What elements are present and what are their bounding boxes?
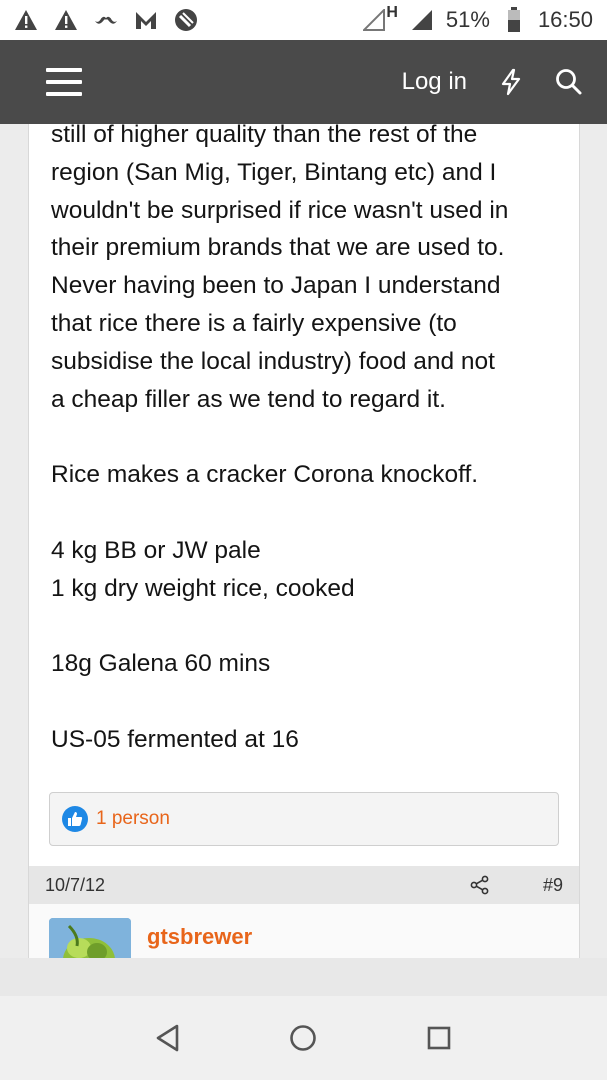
mustache-icon [94, 8, 118, 32]
username-link[interactable]: gtsbrewer [147, 924, 252, 950]
post-date[interactable]: 10/7/12 [45, 875, 105, 896]
post-line: that rice there is a fairly expensive (t… [51, 309, 457, 337]
system-status: H 51% 16:50 [362, 4, 593, 33]
back-icon[interactable] [148, 1018, 188, 1058]
next-post: gtsbrewer [29, 904, 579, 958]
warning-icon [54, 8, 78, 32]
avatar[interactable] [49, 918, 131, 958]
share-icon[interactable] [469, 874, 491, 896]
lightning-icon[interactable] [497, 68, 525, 96]
status-bar: H 51% 16:50 [0, 0, 607, 40]
post-number-link[interactable]: #9 [543, 875, 563, 896]
network-type: H [386, 4, 398, 21]
signal-empty-icon [362, 8, 386, 32]
hops-line: 18g Galena 60 mins [51, 650, 271, 678]
signal-icon [410, 8, 434, 32]
post-line: a cheap filler as we tend to regard it. [51, 385, 446, 413]
notification-icons [14, 8, 198, 32]
post-line: still of higher quality than the rest of… [51, 124, 478, 148]
thumbs-up-icon [62, 806, 88, 832]
app-header: Log in [0, 40, 607, 124]
post-line: subsidise the local industry) food and n… [51, 347, 495, 375]
reaction-count-link[interactable]: 1 person [96, 808, 170, 830]
battery-icon [502, 7, 526, 32]
post-footer: 10/7/12 #9 [29, 866, 579, 904]
post-paragraph: Rice makes a cracker Corona knockoff. [51, 461, 479, 489]
header-actions: Log in [402, 68, 583, 96]
login-link[interactable]: Log in [402, 68, 467, 96]
post-card: still of higher quality than the rest of… [28, 124, 580, 958]
m-logo-icon [134, 8, 158, 32]
post-body: still of higher quality than the rest of… [29, 124, 579, 759]
android-nav-bar [0, 996, 607, 1080]
reaction-bar[interactable]: 1 person [49, 792, 559, 846]
post-line: region (San Mig, Tiger, Bintang etc) and… [51, 158, 497, 186]
no-entry-icon [174, 8, 198, 32]
post-line: their premium brands that we are used to… [51, 234, 505, 262]
post-line: Never having been to Japan I understand [51, 272, 501, 300]
recipe-line: 4 kg BB or JW pale [51, 536, 261, 564]
recents-icon[interactable] [419, 1018, 459, 1058]
recipe-line: 1 kg dry weight rice, cooked [51, 574, 355, 602]
clock: 16:50 [537, 7, 593, 32]
yeast-line: US-05 fermented at 16 [51, 725, 299, 753]
battery-percent: 51% [445, 7, 490, 32]
thread-content[interactable]: still of higher quality than the rest of… [0, 124, 607, 958]
post-line: wouldn't be surprised if rice wasn't use… [51, 196, 509, 224]
hamburger-icon[interactable] [46, 68, 82, 96]
home-icon[interactable] [283, 1018, 323, 1058]
warning-icon [14, 8, 38, 32]
search-icon[interactable] [555, 68, 583, 96]
